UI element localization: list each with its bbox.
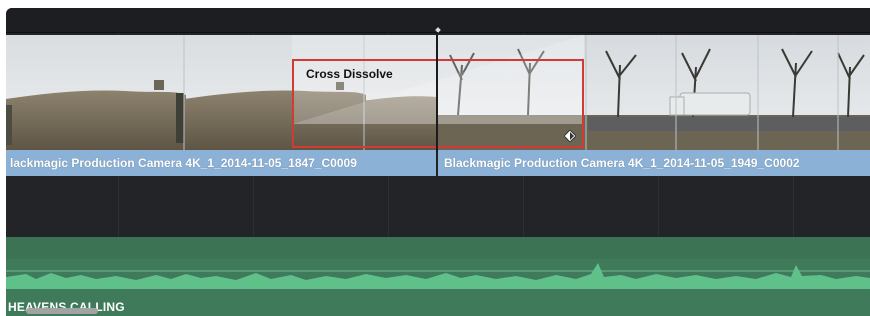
- edit-point[interactable]: [436, 32, 438, 153]
- video-clip-1-label[interactable]: lackmagic Production Camera 4K_1_2014-11…: [6, 150, 436, 176]
- audio-waveform: [6, 263, 870, 289]
- audio-track[interactable]: HEAVENS CALLING: [6, 237, 870, 316]
- video-clip-1-name: lackmagic Production Camera 4K_1_2014-11…: [10, 156, 357, 170]
- video-track: lackmagic Production Camera 4K_1_2014-11…: [6, 32, 870, 176]
- video-clip-2-label[interactable]: Blackmagic Production Camera 4K_1_2014-1…: [438, 150, 870, 176]
- cross-dissolve-transition[interactable]: Cross Dissolve: [292, 59, 584, 148]
- transition-label: Cross Dissolve: [306, 67, 393, 81]
- video-clip-2-name: Blackmagic Production Camera 4K_1_2014-1…: [444, 156, 800, 170]
- horizontal-scrollbar-thumb[interactable]: [26, 308, 98, 314]
- timeline-editor: lackmagic Production Camera 4K_1_2014-11…: [0, 0, 870, 316]
- timeline-panel: lackmagic Production Camera 4K_1_2014-11…: [6, 8, 870, 316]
- keyframe-diamond-icon[interactable]: [564, 130, 576, 142]
